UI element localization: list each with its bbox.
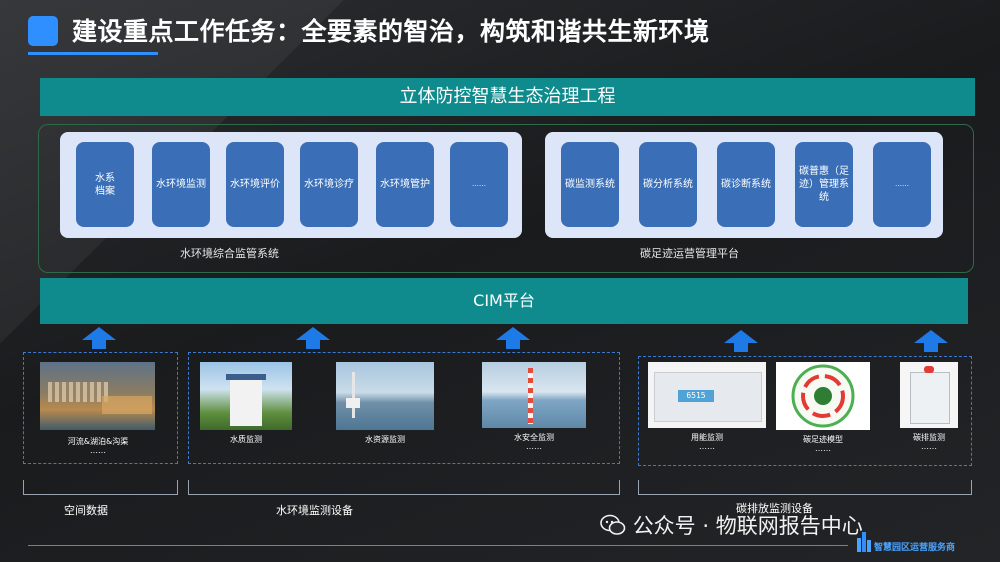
building-logo-icon [857,532,871,552]
water-quality-label: 水质监测 [230,435,262,444]
title-square-icon [28,16,58,46]
emission-more: …… [921,442,937,451]
river-lake-photo [40,362,155,430]
water-group-label: 水环境监测设备 [276,504,353,517]
module-water-manage[interactable]: 水环境管护 [376,142,434,227]
arrow-up-icon [82,327,116,349]
emission-monitor-photo [900,362,958,428]
meter-display: 6515 [678,390,714,402]
module-label: 碳诊断系统 [721,179,771,190]
arrow-up-icon [914,330,948,352]
carbon-footprint-more: …… [815,444,831,453]
wechat-text: 公众号 · 物联网报告中心 [632,514,863,538]
wechat-watermark: 公众号 · 物联网报告中心 [600,510,863,540]
energy-meter-photo: 6515 [648,362,766,428]
wechat-icon [600,514,626,535]
module-label: 水环境评价 [230,179,280,190]
water-resource-photo [336,362,434,430]
footer-line [28,545,848,546]
module-carbon-inclusive[interactable]: 碳普惠（足迹）管理系统 [795,142,853,227]
module-label: 水环境诊疗 [304,179,354,190]
module-label: …… [895,180,909,188]
river-lake-more: …… [90,446,106,455]
module-water-evaluate[interactable]: 水环境评价 [226,142,284,227]
module-carbon-monitor[interactable]: 碳监测系统 [561,142,619,227]
arrow-up-icon [296,327,330,349]
module-carbon-analysis[interactable]: 碳分析系统 [639,142,697,227]
water-system-caption: 水环境综合监管系统 [180,247,279,260]
module-water-diagnose[interactable]: 水环境诊疗 [300,142,358,227]
module-label: 碳监测系统 [565,179,615,190]
module-water-monitor[interactable]: 水环境监测 [152,142,210,227]
space-group-label: 空间数据 [64,504,108,517]
arrow-up-icon [496,327,530,349]
module-label: …… [472,180,486,188]
arrow-up-icon [724,330,758,352]
water-bracket [188,480,620,495]
module-label: 水系 档案 [95,172,115,197]
module-water-archive[interactable]: 水系 档案 [76,142,134,227]
carbon-footprint-photo [776,362,870,430]
carbon-bracket [638,480,972,495]
title-underline [28,52,158,55]
water-resource-label: 水资源监测 [365,435,405,444]
module-carbon-diagnose[interactable]: 碳诊断系统 [717,142,775,227]
module-label: 水环境管护 [380,179,430,190]
cim-bar: CIM平台 [40,278,968,324]
module-label: 水环境监测 [156,179,206,190]
water-safety-photo [482,362,586,428]
water-system-panel: 水系 档案 水环境监测 水环境评价 水环境诊疗 水环境管护 …… [60,132,522,238]
footprint-wheel-icon [791,364,855,428]
module-label: 碳普惠（足迹）管理系统 [799,166,849,203]
module-water-more[interactable]: …… [450,142,508,227]
energy-more: …… [699,442,715,451]
space-bracket [23,480,178,495]
corner-logo-text: 智慧园区运营服务商 [874,543,956,553]
module-label: 碳分析系统 [643,179,693,190]
top-bar: 立体防控智慧生态治理工程 [40,78,975,116]
page-title: 建设重点工作任务：全要素的智治，构筑和谐共生新环境 [72,17,710,46]
module-carbon-more[interactable]: …… [873,142,931,227]
carbon-system-panel: 碳监测系统 碳分析系统 碳诊断系统 碳普惠（足迹）管理系统 …… [545,132,943,238]
water-quality-photo [200,362,292,430]
carbon-system-caption: 碳足迹运营管理平台 [640,247,739,260]
water-safety-more: …… [526,442,542,451]
